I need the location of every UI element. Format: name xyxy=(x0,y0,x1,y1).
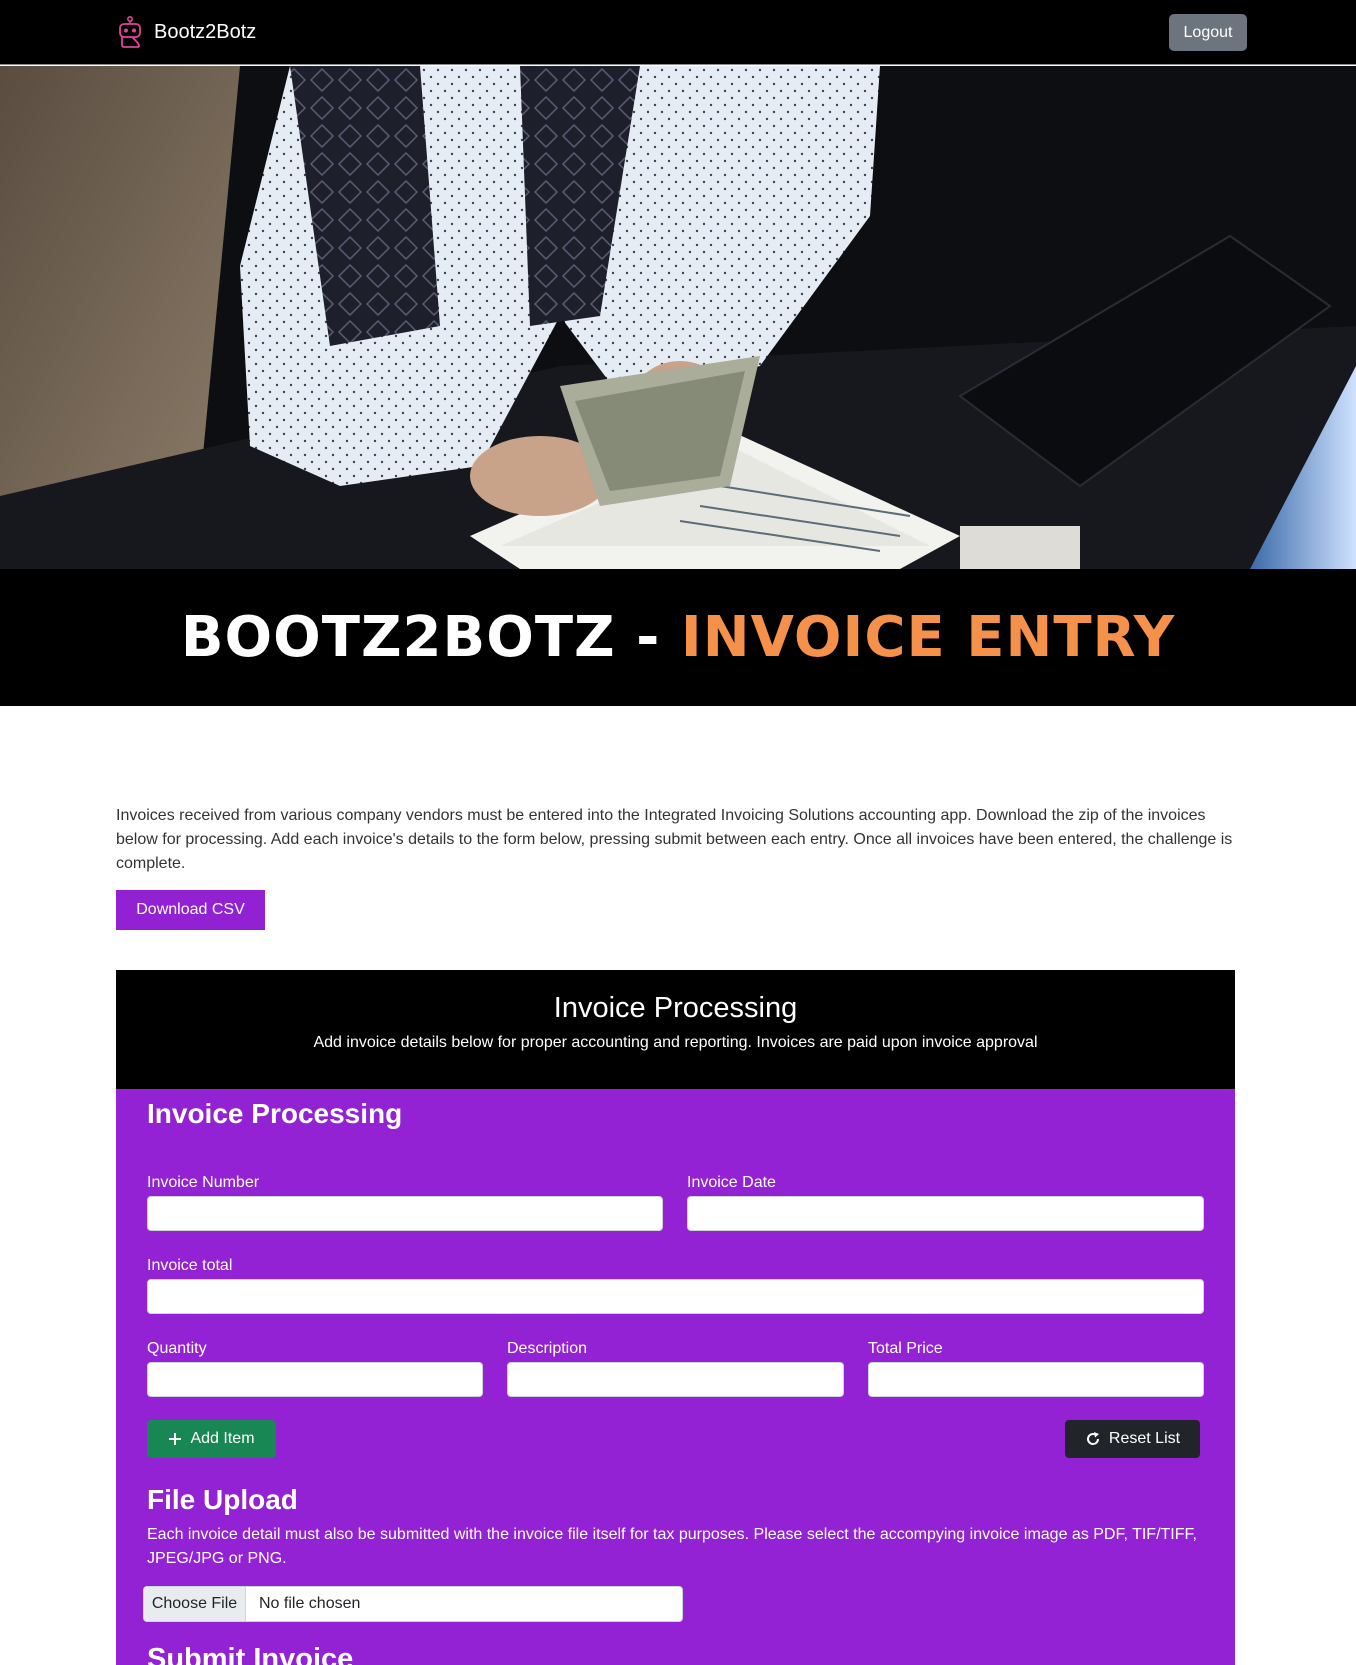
add-item-button[interactable]: Add Item xyxy=(147,1420,276,1458)
brand[interactable]: Bootz2Botz xyxy=(116,16,256,48)
quantity-label: Quantity xyxy=(147,1340,207,1357)
add-item-label: Add Item xyxy=(190,1430,255,1447)
invoice-number-label: Invoice Number xyxy=(147,1174,260,1191)
hero-image xyxy=(0,66,1356,569)
download-csv-button[interactable]: Download CSV xyxy=(116,890,265,930)
invoice-total-input[interactable] xyxy=(147,1279,1204,1314)
reset-list-label: Reset List xyxy=(1108,1430,1181,1447)
navbar: Bootz2Botz Logout xyxy=(0,0,1356,65)
card-title: Invoice Processing xyxy=(553,992,798,1024)
file-upload-title: File Upload xyxy=(147,1484,298,1515)
robot-logo-icon xyxy=(119,16,141,48)
refresh-icon xyxy=(1086,1432,1099,1445)
page-title: BOOTZ2BOTZ - INVOICE ENTRY xyxy=(181,605,1175,670)
reset-list-button[interactable]: Reset List xyxy=(1065,1420,1200,1458)
card-header: Invoice Processing Add invoice details b… xyxy=(116,970,1235,1089)
total-price-label: Total Price xyxy=(868,1340,943,1357)
hero-photo-illustration xyxy=(0,66,1356,569)
logout-button[interactable]: Logout xyxy=(1169,14,1247,51)
hero-title-band: BOOTZ2BOTZ - INVOICE ENTRY xyxy=(0,569,1356,706)
page-title-accent: INVOICE ENTRY xyxy=(680,605,1176,670)
submit-invoice-title: Submit Invoice xyxy=(147,1643,354,1665)
plus-icon xyxy=(169,1433,182,1445)
file-status: No file chosen xyxy=(259,1595,361,1612)
invoice-date-label: Invoice Date xyxy=(687,1174,776,1191)
choose-file-button[interactable]: Choose File xyxy=(144,1587,246,1621)
brand-name: Bootz2Botz xyxy=(154,20,257,43)
page-title-main: BOOTZ2BOTZ - xyxy=(180,605,681,670)
invoice-date-input[interactable] xyxy=(687,1196,1204,1231)
quantity-input[interactable] xyxy=(147,1362,483,1397)
file-input[interactable]: Choose File No file chosen xyxy=(143,1586,683,1622)
file-upload-description: Each invoice detail must also be submitt… xyxy=(147,1526,1197,1567)
total-price-input[interactable] xyxy=(868,1362,1204,1397)
form-title: Invoice Processing xyxy=(147,1098,403,1129)
description-label: Description xyxy=(507,1340,588,1357)
invoice-number-input[interactable] xyxy=(147,1196,663,1231)
description-input[interactable] xyxy=(507,1362,844,1397)
intro-text: Invoices received from various company v… xyxy=(116,807,1233,872)
invoice-total-label: Invoice total xyxy=(147,1257,233,1274)
card-subtitle: Add invoice details below for proper acc… xyxy=(313,1034,1038,1051)
